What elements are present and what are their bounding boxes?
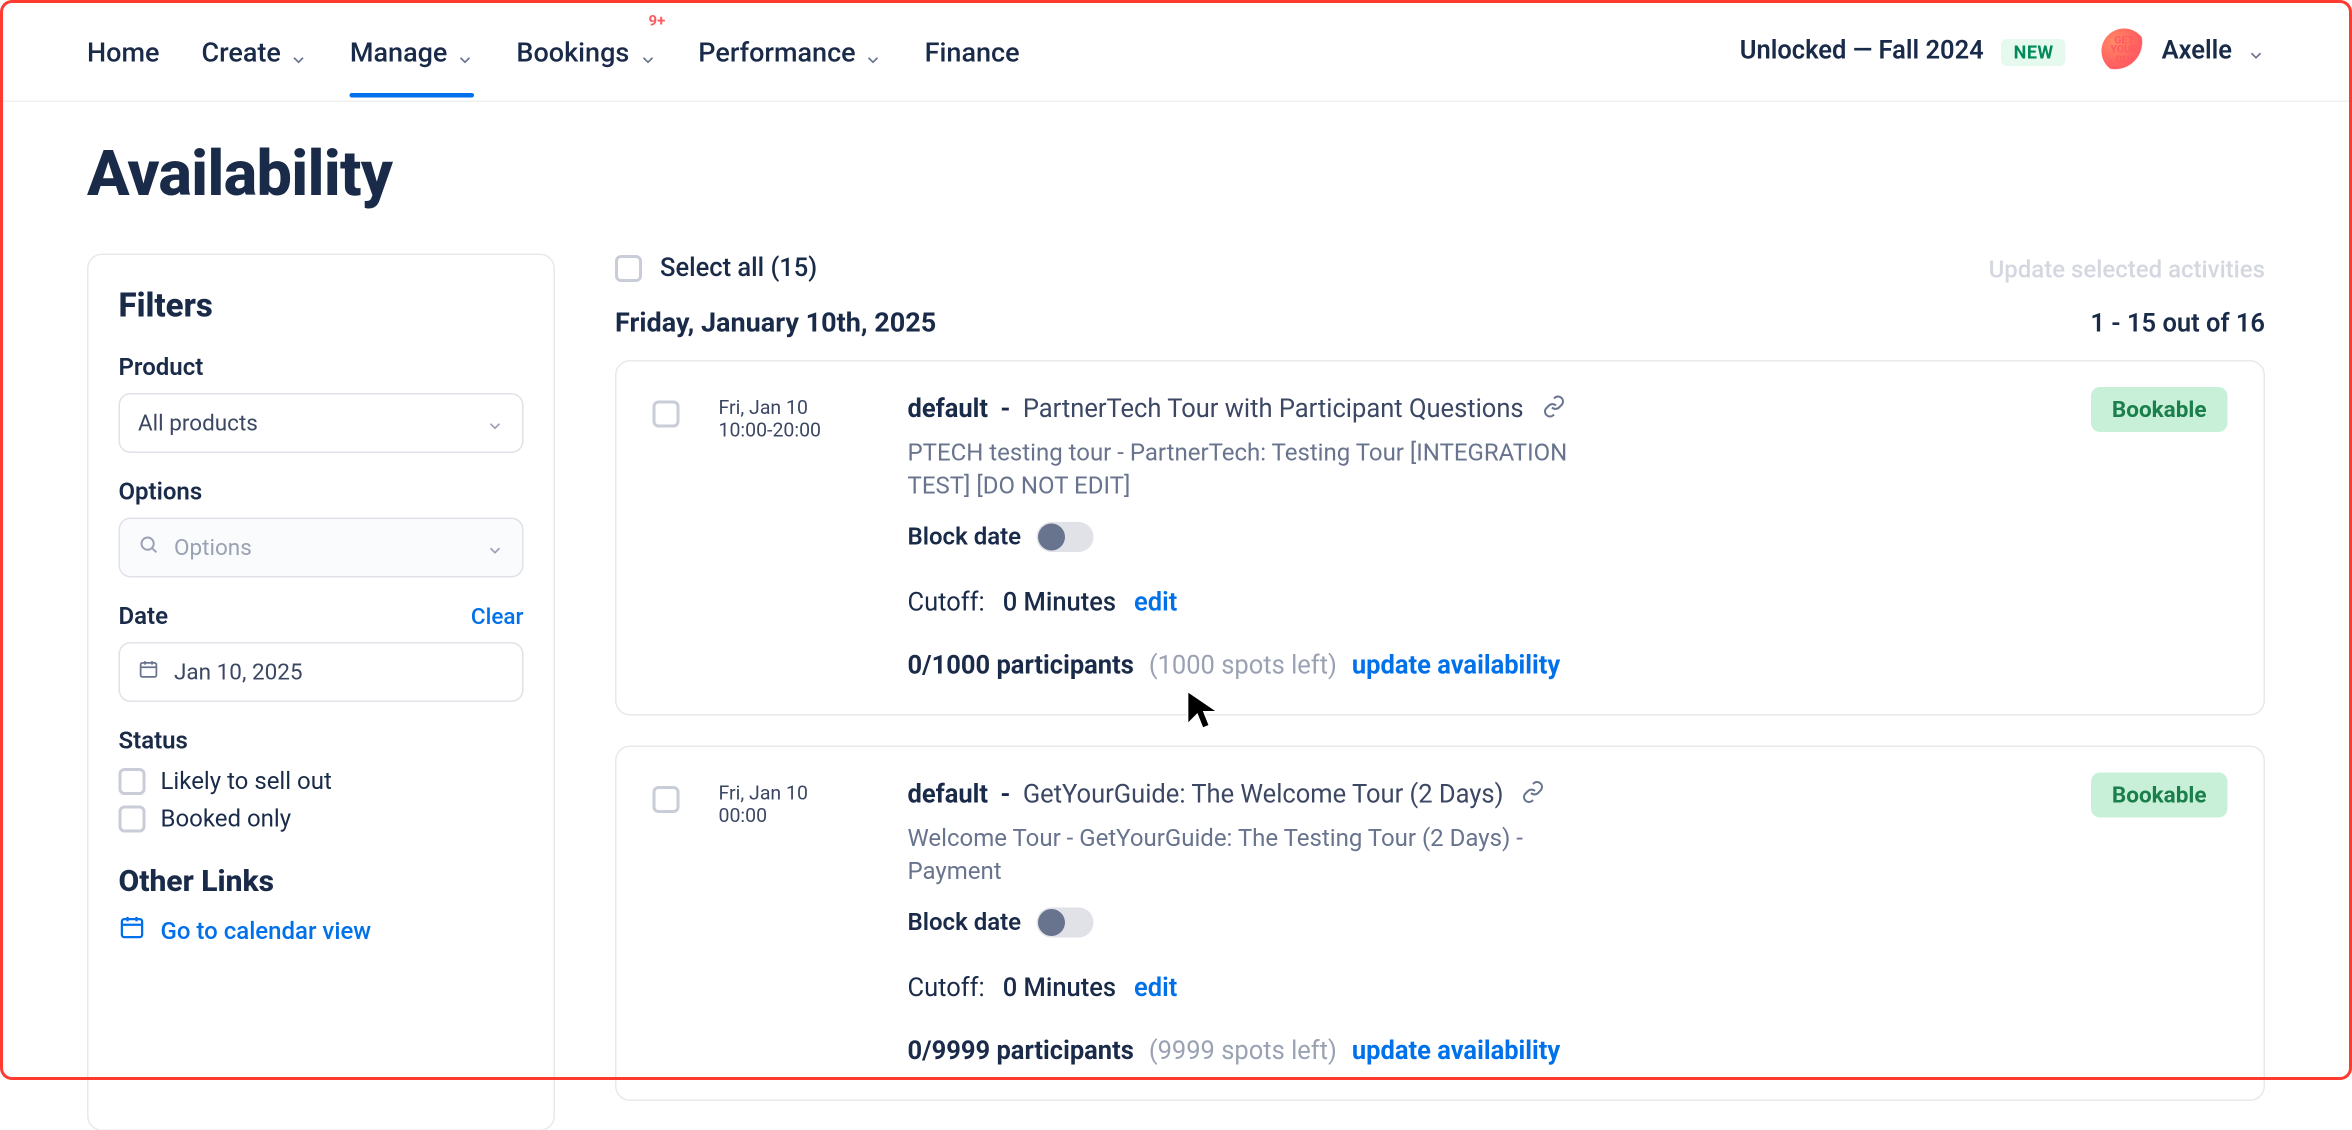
nav-manage[interactable]: Manage xyxy=(350,5,475,97)
unlocked-label: Unlocked — Fall 2024 xyxy=(1740,35,1984,65)
availability-card: Fri, Jan 10 10:00-20:00 default - Partne… xyxy=(615,360,2265,715)
status-badge: Bookable xyxy=(2091,772,2228,817)
checkbox-icon xyxy=(615,255,642,282)
block-date-toggle[interactable] xyxy=(1036,907,1093,937)
clear-date-link[interactable]: Clear xyxy=(471,602,524,629)
participants-count: 0/9999 participants xyxy=(908,1036,1134,1066)
select-all-checkbox[interactable]: Select all (15) xyxy=(615,254,817,284)
main-content: Select all (15) Update selected activiti… xyxy=(615,254,2265,1130)
nav-bookings-label: Bookings xyxy=(516,38,629,70)
status-booked-label: Booked only xyxy=(161,804,292,833)
participants-left: (9999 spots left) xyxy=(1149,1036,1337,1066)
card-subtitle: PTECH testing tour - PartnerTech: Testin… xyxy=(908,437,1598,504)
status-likely-label: Likely to sell out xyxy=(161,767,332,796)
options-select[interactable]: Options xyxy=(119,518,524,578)
card-time: 10:00-20:00 xyxy=(719,420,869,443)
calendar-view-label: Go to calendar view xyxy=(161,916,372,945)
user-menu[interactable]: GET YOUR GUI Axelle xyxy=(2102,28,2265,73)
new-badge: NEW xyxy=(2002,38,2066,65)
status-label: Status xyxy=(119,726,524,755)
card-date: Fri, Jan 10 xyxy=(719,783,869,806)
block-date-label: Block date xyxy=(908,908,1022,937)
chevron-down-icon xyxy=(2247,41,2265,59)
block-date-toggle[interactable] xyxy=(1036,522,1093,552)
result-count: 1 - 15 out of 16 xyxy=(2090,308,2265,338)
nav-bookings[interactable]: Bookings 9+ xyxy=(516,5,656,97)
chevron-down-icon xyxy=(290,44,308,62)
date-input[interactable]: Jan 10, 2025 xyxy=(119,642,524,702)
update-selected-button: Update selected activities xyxy=(1989,254,2265,283)
status-likely-checkbox[interactable]: Likely to sell out xyxy=(119,767,524,796)
chevron-down-icon xyxy=(456,44,474,62)
date-value: Jan 10, 2025 xyxy=(174,659,303,686)
update-availability-link[interactable]: update availability xyxy=(1352,1036,1560,1066)
calendar-icon xyxy=(119,914,146,947)
cutoff-label: Cutoff: xyxy=(908,588,985,618)
nav-manage-label: Manage xyxy=(350,38,448,70)
nav-performance[interactable]: Performance xyxy=(698,5,882,97)
unlocked-link[interactable]: Unlocked — Fall 2024 NEW xyxy=(1740,35,2066,65)
product-select-value: All products xyxy=(138,410,258,437)
calendar-icon xyxy=(138,659,159,686)
bookings-badge: 9+ xyxy=(649,14,666,31)
card-date: Fri, Jan 10 xyxy=(719,398,869,421)
filters-title: Filters xyxy=(119,288,524,326)
nav-performance-label: Performance xyxy=(698,38,855,70)
date-heading: Friday, January 10th, 2025 xyxy=(615,308,936,340)
other-links-title: Other Links xyxy=(119,863,524,899)
chevron-down-icon xyxy=(638,44,656,62)
avatar: GET YOUR GUI xyxy=(2102,28,2147,73)
participants-left: (1000 spots left) xyxy=(1149,651,1337,681)
update-availability-link[interactable]: update availability xyxy=(1352,651,1560,681)
link-icon[interactable] xyxy=(1521,780,1545,810)
options-label: Options xyxy=(119,477,524,506)
date-label: Date xyxy=(119,602,169,631)
product-select[interactable]: All products xyxy=(119,393,524,453)
card-checkbox[interactable] xyxy=(653,786,680,813)
edit-cutoff-link[interactable]: edit xyxy=(1134,588,1177,618)
select-all-label: Select all (15) xyxy=(660,254,817,284)
card-time: 00:00 xyxy=(719,805,869,828)
page-title: Availability xyxy=(87,138,2265,212)
filters-panel: Filters Product All products Options Opt… xyxy=(87,254,555,1130)
card-title: default - PartnerTech Tour with Particip… xyxy=(908,395,1524,425)
status-badge: Bookable xyxy=(2091,387,2228,432)
card-checkbox[interactable] xyxy=(653,401,680,428)
nav-create-label: Create xyxy=(201,38,280,70)
nav-home[interactable]: Home xyxy=(87,5,159,97)
block-date-label: Block date xyxy=(908,522,1022,551)
nav-create[interactable]: Create xyxy=(201,5,307,97)
edit-cutoff-link[interactable]: edit xyxy=(1134,973,1177,1003)
checkbox-icon xyxy=(119,767,146,794)
participants-count: 0/1000 participants xyxy=(908,651,1134,681)
product-label: Product xyxy=(119,353,524,382)
top-nav: Home Create Manage Bookings 9+ Performan… xyxy=(0,0,2352,102)
options-placeholder: Options xyxy=(174,534,252,561)
nav-finance-label: Finance xyxy=(925,38,1020,70)
nav-home-label: Home xyxy=(87,38,159,70)
availability-card: Fri, Jan 10 00:00 default - GetYourGuide… xyxy=(615,745,2265,1100)
username-label: Axelle xyxy=(2162,35,2232,65)
cutoff-value: 0 Minutes xyxy=(1003,588,1116,618)
cutoff-label: Cutoff: xyxy=(908,973,985,1003)
status-booked-checkbox[interactable]: Booked only xyxy=(119,804,524,833)
search-icon xyxy=(138,534,159,561)
card-title: default - GetYourGuide: The Welcome Tour… xyxy=(908,780,1504,810)
link-icon[interactable] xyxy=(1542,395,1566,425)
cutoff-value: 0 Minutes xyxy=(1003,973,1116,1003)
card-subtitle: Welcome Tour - GetYourGuide: The Testing… xyxy=(908,822,1598,889)
chevron-down-icon xyxy=(486,539,504,557)
checkbox-icon xyxy=(119,805,146,832)
nav-finance[interactable]: Finance xyxy=(925,5,1020,97)
chevron-down-icon xyxy=(486,414,504,432)
calendar-view-link[interactable]: Go to calendar view xyxy=(119,914,524,947)
chevron-down-icon xyxy=(865,44,883,62)
